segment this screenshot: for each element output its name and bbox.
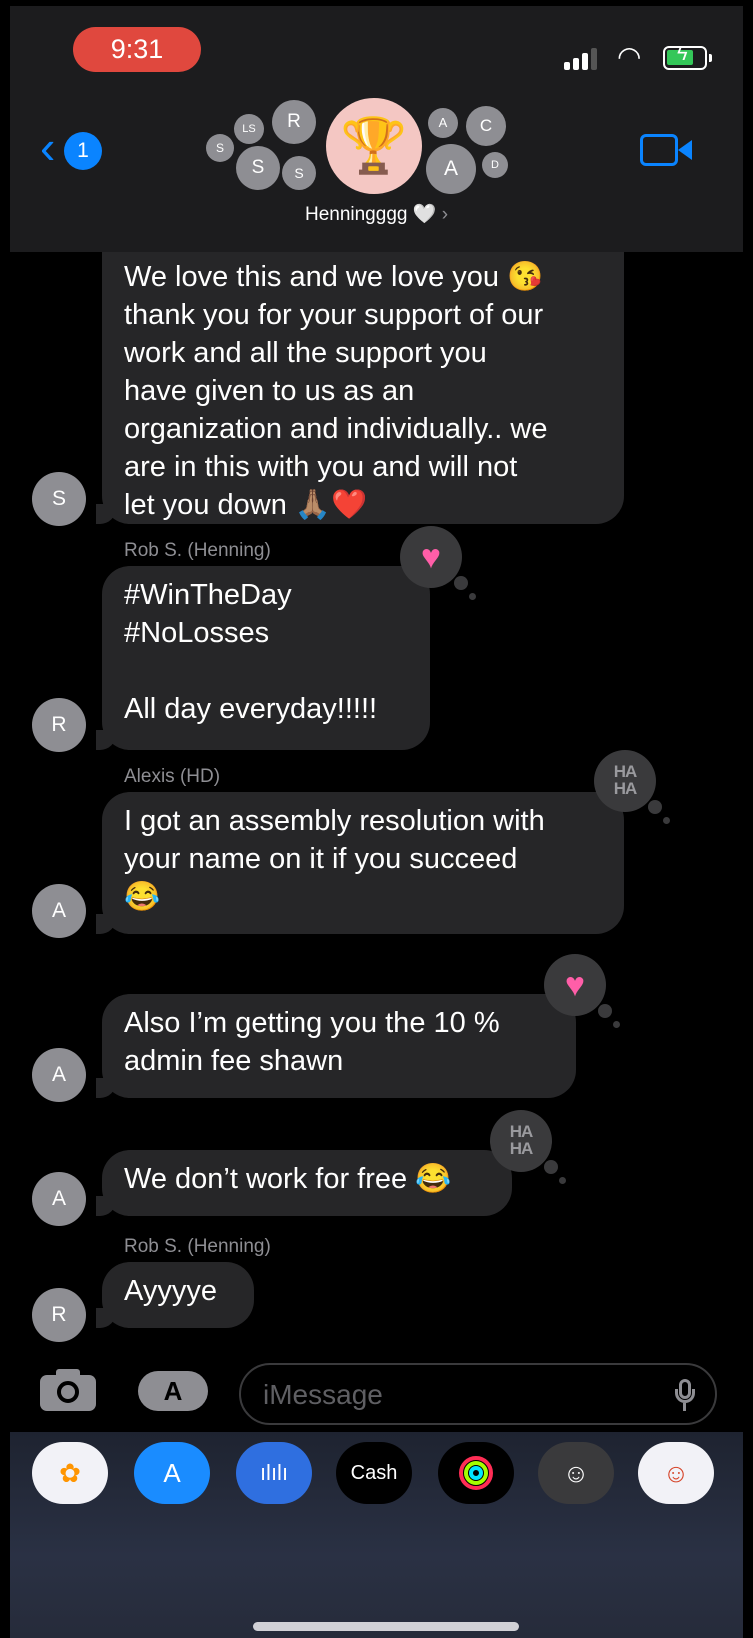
chevron-right-icon: › bbox=[441, 204, 449, 225]
message-bubble[interactable]: #WinTheDay #NoLosses All day everyday!!!… bbox=[96, 566, 430, 750]
message-bubble[interactable]: Also I’m getting you the 10 % admin fee … bbox=[96, 994, 576, 1098]
camera-button[interactable] bbox=[40, 1369, 100, 1411]
haha-icon: HA bbox=[509, 1122, 534, 1141]
battery-charging-icon: ϟ bbox=[663, 43, 712, 70]
participant-avatar: D bbox=[482, 152, 508, 178]
sender-avatar[interactable]: R bbox=[32, 1288, 86, 1342]
cellular-signal-icon bbox=[564, 48, 600, 70]
group-name-button[interactable]: Henningggg 🤍 › bbox=[10, 202, 743, 226]
app-store-button[interactable]: A bbox=[138, 1371, 208, 1411]
message-bubble[interactable]: We don’t work for free 😂 bbox=[96, 1150, 512, 1216]
memoji-stickers-app-icon[interactable]: ☺ bbox=[638, 1442, 714, 1504]
trophy-icon[interactable]: 🏆 bbox=[326, 98, 422, 194]
message-text: Ayyyye bbox=[124, 1275, 217, 1307]
message-text: We don’t work for free 😂 bbox=[124, 1163, 452, 1195]
heart-tapback[interactable]: ♥ bbox=[400, 526, 476, 600]
message-text: I got an assembly resolution with your n… bbox=[124, 805, 545, 913]
screen: 9:31 ◠ ϟ ‹ 1 S LS R S S 🏆 A C A D Hennin… bbox=[10, 6, 743, 1638]
message-bubble[interactable]: Ayyyye bbox=[96, 1262, 254, 1328]
haha-tapback[interactable]: HA HA bbox=[490, 1110, 566, 1184]
participant-avatar: R bbox=[272, 100, 316, 144]
activity-rings-icon bbox=[459, 1456, 493, 1490]
compose-bar: A bbox=[10, 1346, 743, 1432]
conversation-header: 9:31 ◠ ϟ ‹ 1 S LS R S S 🏆 A C A D Hennin… bbox=[10, 6, 743, 252]
app-store-icon: A bbox=[163, 1376, 183, 1406]
unread-count-badge: 1 bbox=[64, 132, 102, 170]
microphone-icon[interactable] bbox=[675, 1379, 695, 1411]
participant-avatar: S bbox=[282, 156, 316, 190]
sender-avatar[interactable]: R bbox=[32, 698, 86, 752]
memoji-app-icon[interactable]: ☺ bbox=[538, 1442, 614, 1504]
message-bubble[interactable]: We love this and we love you 😘 thank you… bbox=[96, 218, 624, 524]
sender-name: Rob S. (Henning) bbox=[124, 540, 271, 561]
message-text: #WinTheDay #NoLosses All day everyday!!!… bbox=[124, 579, 378, 725]
video-camera-icon bbox=[640, 134, 678, 166]
message-input[interactable] bbox=[263, 1375, 643, 1415]
participant-avatar: LS bbox=[234, 114, 264, 144]
apple-cash-app-icon[interactable]: Cash bbox=[336, 1442, 412, 1504]
audio-message-app-icon[interactable]: ılılı bbox=[236, 1442, 312, 1504]
heart-icon: ♥ bbox=[420, 538, 442, 576]
message-field[interactable] bbox=[239, 1363, 717, 1425]
participant-avatar: A bbox=[428, 108, 458, 138]
participant-avatar: S bbox=[206, 134, 234, 162]
status-time[interactable]: 9:31 bbox=[73, 27, 201, 72]
app-store-app-icon[interactable]: A bbox=[134, 1442, 210, 1504]
sender-name: Rob S. (Henning) bbox=[124, 1236, 271, 1257]
participant-avatar: C bbox=[466, 106, 506, 146]
haha-icon: HA bbox=[613, 762, 638, 781]
back-button[interactable]: ‹ 1 bbox=[40, 124, 120, 170]
app-drawer: ✿ A ılılı Cash ☺ ☺ bbox=[10, 1432, 743, 1638]
message-text: Also I’m getting you the 10 % admin fee … bbox=[124, 1007, 500, 1077]
wifi-icon: ◠ bbox=[617, 41, 642, 72]
sender-name: Alexis (HD) bbox=[124, 766, 221, 787]
sender-avatar[interactable]: A bbox=[32, 1048, 86, 1102]
sender-avatar[interactable]: A bbox=[32, 1172, 86, 1226]
haha-icon-line: HA bbox=[509, 1139, 534, 1158]
fitness-app-icon[interactable] bbox=[438, 1442, 514, 1504]
heart-icon: ♥ bbox=[564, 966, 586, 1004]
sender-avatar[interactable]: A bbox=[32, 884, 86, 938]
chevron-left-icon: ‹ bbox=[40, 121, 56, 173]
group-name-label: Henningggg bbox=[304, 204, 408, 225]
white-heart-icon: 🤍 bbox=[412, 204, 437, 225]
haha-tapback[interactable]: HA HA bbox=[594, 750, 670, 824]
video-call-button[interactable] bbox=[640, 134, 694, 166]
home-indicator[interactable] bbox=[253, 1622, 519, 1631]
apple-cash-label: Cash bbox=[350, 1462, 398, 1484]
photos-app-icon[interactable]: ✿ bbox=[32, 1442, 108, 1504]
message-bubble[interactable]: I got an assembly resolution with your n… bbox=[96, 792, 624, 934]
participant-avatar: S bbox=[236, 146, 280, 190]
participant-avatar: A bbox=[426, 144, 476, 194]
sender-avatar[interactable]: S bbox=[32, 472, 86, 526]
haha-icon-line: HA bbox=[613, 779, 638, 798]
message-text: We love this and we love you 😘 thank you… bbox=[124, 261, 548, 521]
